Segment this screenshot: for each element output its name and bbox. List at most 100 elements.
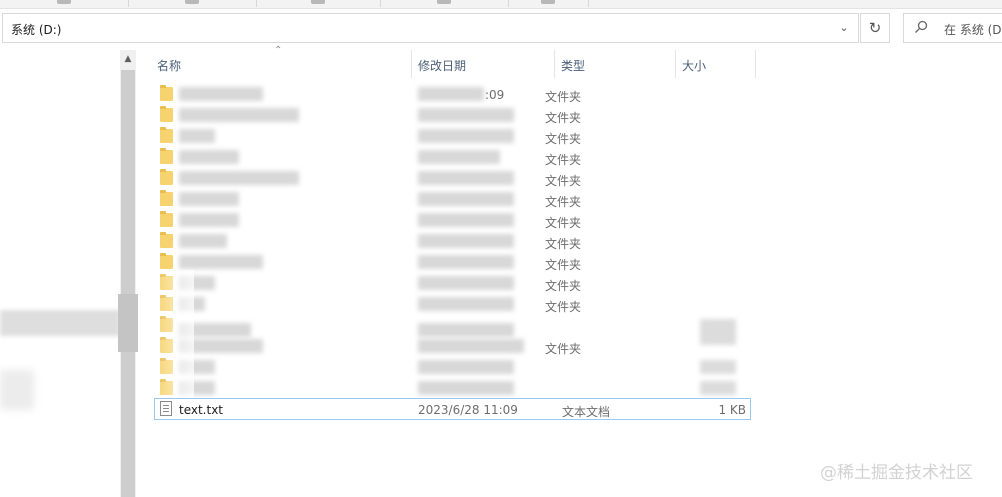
row-type: 文件夹 <box>545 258 582 272</box>
redacted-date <box>418 360 514 374</box>
column-divider[interactable] <box>411 50 412 78</box>
list-item[interactable]: 文件夹 <box>155 168 751 189</box>
list-item[interactable]: 文件夹 <box>155 210 751 231</box>
ribbon-strip <box>0 0 1002 9</box>
redacted-name <box>179 360 215 374</box>
folder-icon <box>160 127 173 143</box>
row-date-fragment: :09 <box>485 88 505 102</box>
folder-icon <box>160 379 173 395</box>
redacted-name <box>179 276 215 290</box>
refresh-button[interactable]: ↻ <box>860 13 890 43</box>
redacted-name <box>179 213 239 227</box>
ribbon-tab[interactable] <box>128 0 257 7</box>
scroll-thumb[interactable] <box>121 70 135 497</box>
ribbon-tab[interactable] <box>256 0 381 7</box>
list-item[interactable]: 文件夹 <box>155 252 751 273</box>
nav-scrollbar[interactable]: ▲ <box>120 50 136 497</box>
column-header-size[interactable]: 大小 <box>682 57 706 74</box>
folder-icon <box>160 148 173 164</box>
row-type: 文件夹 <box>545 90 582 104</box>
redacted-name <box>179 381 215 395</box>
ribbon-tab[interactable] <box>0 0 129 7</box>
redacted-name <box>179 150 239 164</box>
redacted-date <box>418 234 514 248</box>
list-item[interactable]: 文件夹 <box>155 105 751 126</box>
row-type: 文件夹 <box>545 132 582 146</box>
ribbon-tab[interactable] <box>508 0 589 7</box>
nav-item-blurred[interactable] <box>0 370 34 410</box>
file-name: text.txt <box>179 403 224 417</box>
redacted-date <box>418 150 500 164</box>
redacted-date <box>418 87 484 101</box>
row-type: 文件夹 <box>545 195 582 209</box>
ribbon-tab[interactable] <box>380 0 509 7</box>
refresh-icon: ↻ <box>868 19 882 37</box>
folder-icon <box>160 358 173 374</box>
redacted-name <box>179 297 205 311</box>
redacted-date <box>418 108 514 122</box>
folder-icon <box>160 190 173 206</box>
file-row-selected[interactable]: text.txt 2023/6/28 11:09 文本文档 1 KB <box>154 398 751 420</box>
row-type: 文件夹 <box>545 153 582 167</box>
redacted-name <box>179 87 263 101</box>
row-type: 文件夹 <box>545 279 582 293</box>
navigation-pane[interactable] <box>0 48 120 497</box>
column-header-type[interactable]: 类型 <box>561 57 585 74</box>
list-item[interactable]: 文件夹 <box>155 294 751 315</box>
scroll-thumb-grip[interactable] <box>118 294 138 352</box>
nav-item-blurred[interactable] <box>0 310 120 336</box>
column-header-date[interactable]: 修改日期 <box>418 57 466 74</box>
file-list: :09 文件夹 文件夹 文件夹 文件夹 文件夹 文件夹 文件夹 文件夹 文件夹 … <box>137 84 1002 414</box>
redacted-name <box>179 171 299 185</box>
folder-icon <box>160 169 173 185</box>
redacted-date <box>418 381 514 395</box>
row-type: 文件夹 <box>545 216 582 230</box>
redacted-date <box>418 323 514 337</box>
list-item[interactable] <box>155 378 751 399</box>
folder-icon <box>160 337 173 353</box>
list-item[interactable]: 文件夹 <box>155 273 751 294</box>
redacted-date <box>418 255 514 269</box>
folder-icon <box>160 316 173 332</box>
list-item[interactable]: 文件夹 <box>155 336 751 357</box>
redacted-name <box>179 255 263 269</box>
file-date: 2023/6/28 11:09 <box>418 403 518 417</box>
redacted-date <box>418 129 514 143</box>
address-bar[interactable]: 系统 (D:) ⌄ <box>2 13 859 43</box>
column-divider[interactable] <box>554 50 555 78</box>
folder-icon <box>160 211 173 227</box>
search-input[interactable]: 在 系统 (D: <box>903 13 1002 43</box>
row-type: 文件夹 <box>545 111 582 125</box>
watermark: @稀土掘金技术社区 <box>820 463 973 483</box>
column-header-name[interactable]: 名称 <box>157 57 181 74</box>
folder-icon <box>160 232 173 248</box>
folder-icon <box>160 295 173 311</box>
redacted-date <box>418 213 514 227</box>
list-item[interactable]: 文件夹 <box>155 231 751 252</box>
list-item[interactable] <box>155 357 751 378</box>
folder-icon <box>160 274 173 290</box>
redacted-date <box>418 276 514 290</box>
redacted-name <box>179 108 299 122</box>
folder-icon <box>160 106 173 122</box>
redacted-name <box>179 129 215 143</box>
redacted-name <box>179 323 251 337</box>
folder-icon <box>160 85 173 101</box>
search-placeholder: 在 系统 (D: <box>944 23 1002 37</box>
list-item[interactable]: 文件夹 <box>155 126 751 147</box>
list-item[interactable]: :09 文件夹 <box>155 84 751 105</box>
row-type: 文件夹 <box>545 174 582 188</box>
list-item[interactable]: 文件夹 <box>155 147 751 168</box>
scroll-up-arrow-icon[interactable]: ▲ <box>120 52 136 66</box>
column-divider[interactable] <box>675 50 676 78</box>
redacted-name <box>179 339 263 353</box>
address-path: 系统 (D:) <box>11 23 62 37</box>
redacted-date <box>418 339 524 353</box>
list-item[interactable]: 文件夹 <box>155 189 751 210</box>
column-header-row: 名称 修改日期 类型 大小 <box>137 50 1002 78</box>
redacted-name <box>179 192 239 206</box>
chevron-down-icon[interactable]: ⌄ <box>836 20 852 36</box>
redacted-date <box>418 171 514 185</box>
column-divider[interactable] <box>755 50 756 78</box>
row-type: 文件夹 <box>545 300 582 314</box>
